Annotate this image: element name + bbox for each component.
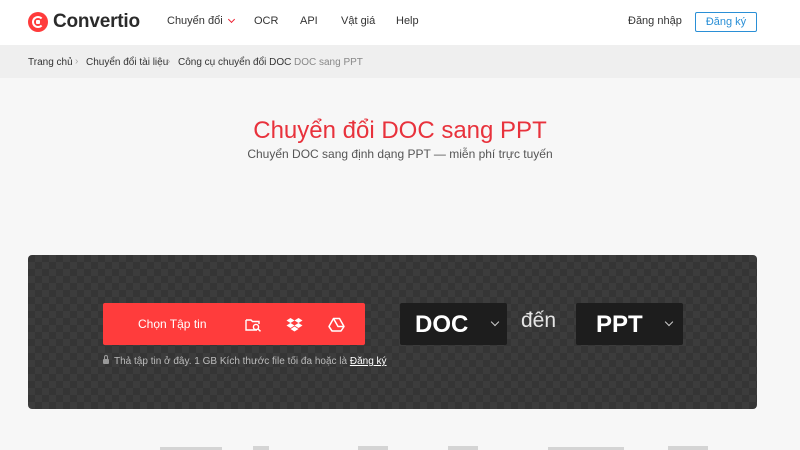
page-title: Chuyển đổi DOC sang PPT: [253, 117, 547, 144]
dropbox-icon[interactable]: [285, 316, 303, 332]
nav-item-label: Chuyển đổi: [167, 15, 223, 27]
signup-button[interactable]: Đăng ký: [695, 12, 757, 32]
breadcrumb-separator-icon: ›: [283, 56, 287, 67]
breadcrumb-separator-icon: ›: [167, 56, 171, 67]
source-format-value: DOC: [415, 311, 469, 338]
chevron-down-icon: [664, 317, 674, 327]
partner-logo-image: [253, 446, 269, 450]
breadcrumb-separator-icon: ›: [75, 56, 79, 67]
converter-panel: Chọn Tập tin Thả tập tin ở đây. 1 GB Kíc…: [28, 255, 757, 409]
choose-file-button[interactable]: Chọn Tập tin: [103, 303, 365, 345]
chevron-down-icon: [490, 317, 500, 327]
brand-name: Convertio: [53, 11, 140, 32]
nav-item-label: Vật giá: [341, 15, 376, 27]
drop-hint-text: Thả tập tin ở đây. 1 GB Kích thước file …: [114, 356, 348, 367]
nav-item-help[interactable]: Help: [396, 15, 419, 27]
google-drive-icon[interactable]: [327, 316, 345, 332]
nav-item-label: API: [300, 15, 318, 27]
lock-icon: [103, 355, 109, 364]
breadcrumb-home[interactable]: Trang chủ: [28, 57, 73, 68]
to-label: đến: [521, 309, 557, 332]
source-format-select[interactable]: DOC: [400, 303, 507, 345]
chevron-down-icon: [227, 15, 235, 24]
partner-logo-image: [448, 446, 478, 450]
partner-logo-image: [668, 446, 708, 450]
target-format-value: PPT: [596, 311, 643, 338]
nav-item-convert[interactable]: Chuyển đổi: [167, 15, 235, 27]
partner-logos-strip: [0, 440, 800, 450]
nav-item-api[interactable]: API: [300, 15, 318, 27]
partner-logo-image: [358, 446, 388, 450]
login-link[interactable]: Đăng nhập: [628, 15, 682, 27]
nav-item-label: Help: [396, 15, 419, 27]
brand-logo[interactable]: Convertio: [28, 10, 140, 34]
nav-item-ocr[interactable]: OCR: [254, 15, 278, 27]
hint-signup-link[interactable]: Đăng ký: [350, 356, 387, 367]
nav-item-label: OCR: [254, 15, 279, 27]
breadcrumb-doc-tools[interactable]: Công cụ chuyển đổi DOC: [178, 57, 291, 68]
drop-hint: Thả tập tin ở đây. 1 GB Kích thước file …: [103, 355, 387, 367]
breadcrumb-current: DOC sang PPT: [294, 57, 363, 68]
nav-item-pricing[interactable]: Vật giá: [341, 15, 375, 27]
page-subtitle: Chuyển DOC sang định dạng PPT — miễn phí…: [247, 147, 553, 161]
breadcrumb-document-conversion[interactable]: Chuyển đổi tài liệu: [86, 57, 168, 68]
choose-file-label: Chọn Tập tin: [138, 317, 207, 331]
target-format-select[interactable]: PPT: [576, 303, 683, 345]
convertio-logo-icon: [28, 12, 48, 32]
top-header: Convertio Chuyển đổi OCR API Vật giá Hel…: [0, 0, 800, 45]
folder-search-icon[interactable]: [244, 316, 262, 332]
breadcrumb: Trang chủ › Chuyển đổi tài liệu › Công c…: [0, 45, 800, 78]
